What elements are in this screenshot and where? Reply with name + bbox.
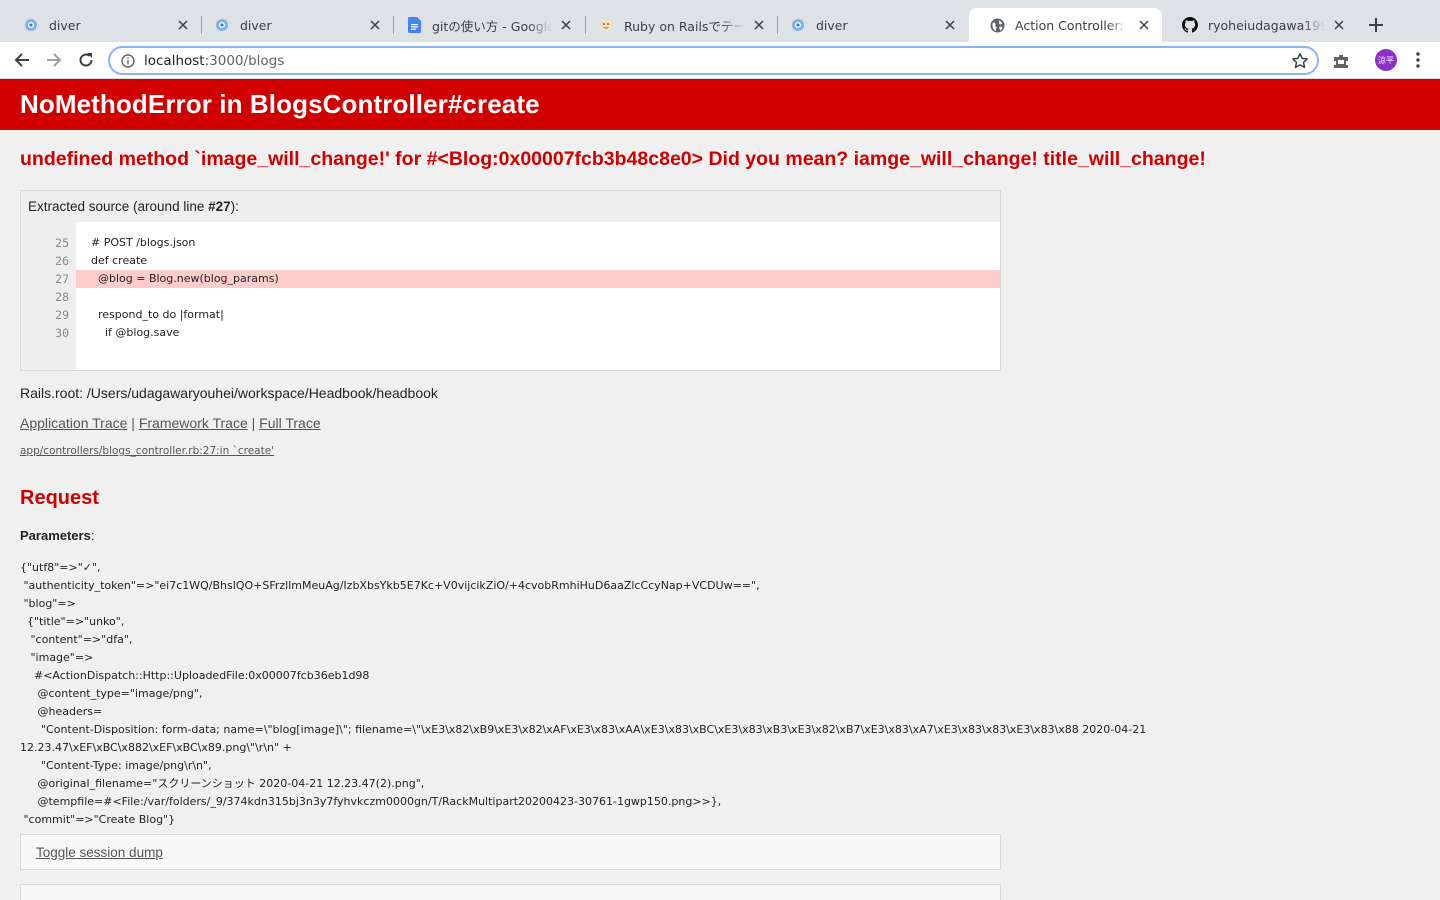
line-number: 27: [55, 272, 69, 286]
globe-icon: [989, 17, 1005, 33]
extracted-source: Extracted source (around line #27): 25 2…: [20, 190, 1001, 371]
reload-button[interactable]: [72, 46, 100, 74]
browser-tab-4[interactable]: Ruby on Railsでテーブル: [578, 8, 777, 42]
tab-title: Action Controller: Exception caught: [1015, 17, 1130, 33]
error-header: NoMethodError in BlogsController#create: [0, 79, 1440, 130]
qiita-icon: [598, 17, 614, 33]
close-icon[interactable]: [367, 17, 383, 33]
tab-title: diver: [49, 17, 81, 33]
framework-trace-link[interactable]: Framework Trace: [139, 415, 248, 431]
url-host: localhost: [144, 52, 205, 69]
url-path: :3000/blogs: [204, 52, 285, 69]
menu-button[interactable]: [1408, 48, 1428, 72]
profile-avatar[interactable]: 涼平: [1375, 49, 1397, 71]
reload-icon: [79, 53, 93, 67]
line-number: 30: [55, 326, 69, 340]
source-info-prefix: Extracted source (around line: [28, 199, 209, 214]
address-bar[interactable]: localhost:3000/blogs: [108, 46, 1319, 75]
line-numbers: 25 26 27 28 29 30: [21, 222, 76, 370]
back-button[interactable]: [8, 46, 36, 74]
code-block: 25 26 27 28 29 30 # POST /blogs.json def…: [21, 222, 1000, 370]
trace-line-link[interactable]: app/controllers/blogs_controller.rb:27:i…: [20, 445, 274, 457]
trace-line: app/controllers/blogs_controller.rb:27:i…: [20, 445, 1420, 457]
close-icon[interactable]: [1136, 17, 1152, 33]
separator: |: [247, 415, 260, 431]
browser-toolbar: localhost:3000/blogs 涼平: [0, 42, 1440, 79]
close-icon[interactable]: [175, 17, 191, 33]
diver-favicon-icon: [23, 17, 39, 33]
parameters-label-text: Parameters: [20, 528, 91, 543]
info-icon[interactable]: [120, 53, 136, 69]
parameters-dump: {"utf8"=>"✓", "authenticity_token"=>"ei7…: [20, 561, 1147, 826]
diver-favicon-icon: [790, 17, 806, 33]
forward-arrow-icon: [47, 53, 62, 67]
github-icon: [1182, 17, 1198, 33]
browser-tab-1[interactable]: diver: [3, 8, 201, 42]
tab-title: diver: [240, 17, 272, 33]
application-trace-link[interactable]: Application Trace: [20, 415, 127, 431]
request-heading: Request: [20, 487, 99, 509]
plus-icon: [1369, 18, 1383, 32]
source-info-suffix: ):: [230, 199, 239, 214]
web-page: NoMethodError in BlogsController#create …: [0, 79, 1440, 900]
close-icon[interactable]: [1331, 17, 1347, 33]
line-number: 26: [55, 254, 69, 268]
browser-tab-3[interactable]: gitの使い方 - Google ドキュメント: [386, 8, 584, 42]
close-icon[interactable]: [558, 17, 574, 33]
toggle-session-dump-link[interactable]: Toggle session dump: [36, 845, 163, 860]
back-arrow-icon: [14, 53, 29, 67]
code-line: # POST /blogs.json: [91, 236, 196, 249]
parameters-label: Parameters:: [20, 528, 95, 543]
forward-button[interactable]: [40, 46, 68, 74]
bookmark-star-icon[interactable]: [1291, 52, 1309, 70]
url-text[interactable]: localhost:3000/blogs: [144, 53, 284, 69]
new-tab-button[interactable]: [1362, 11, 1390, 39]
code-line-highlighted: @blog = Blog.new(blog_params): [76, 270, 1000, 288]
tab-title: Ruby on Railsでテーブル: [624, 18, 745, 34]
diver-favicon-icon: [214, 17, 230, 33]
browser-tab-2[interactable]: diver: [194, 8, 393, 42]
line-number: 28: [55, 290, 69, 304]
source-info-line: #27: [208, 199, 231, 214]
google-docs-icon: [406, 17, 422, 33]
full-trace-link[interactable]: Full Trace: [259, 415, 320, 431]
browser-tab-5[interactable]: diver: [770, 8, 968, 42]
line-number: 25: [55, 236, 69, 250]
source-info: Extracted source (around line #27):: [21, 191, 1000, 222]
session-dump-box: Toggle session dump: [20, 834, 1001, 870]
error-content: undefined method `image_will_change!' fo…: [0, 130, 1440, 900]
error-message: undefined method `image_will_change!' fo…: [20, 148, 1206, 170]
more-vert-icon: [1416, 52, 1420, 68]
page-title: NoMethodError in BlogsController#create: [20, 89, 540, 119]
trace-links: Application Trace | Framework Trace | Fu…: [20, 415, 1420, 431]
code-line: def create: [91, 254, 148, 267]
rails-root: Rails.root: /Users/udagawaryouhei/worksp…: [20, 385, 438, 401]
code-line: if @blog.save: [91, 326, 180, 339]
code-lines: # POST /blogs.json def create @blog = Bl…: [76, 222, 1000, 370]
browser-tab-active[interactable]: Action Controller: Exception caught: [969, 8, 1162, 42]
tab-title: diver: [816, 17, 848, 33]
tab-title: gitの使い方 - Google ドキュメント: [432, 18, 552, 34]
close-icon[interactable]: [942, 17, 958, 33]
env-dump-box: [20, 884, 1001, 900]
code-line: respond_to do |format|: [91, 308, 224, 321]
separator: |: [127, 415, 139, 431]
close-icon[interactable]: [751, 17, 767, 33]
tab-strip: diver diver gitの使い方 - Google ドキュメント Ruby…: [0, 0, 1440, 42]
extension-icon[interactable]: [1331, 51, 1351, 71]
line-number: 29: [55, 308, 69, 322]
tab-title: ryoheiudagawa1995/rails: [1208, 17, 1325, 33]
browser-tab-7[interactable]: ryoheiudagawa1995/rails: [1162, 8, 1357, 42]
